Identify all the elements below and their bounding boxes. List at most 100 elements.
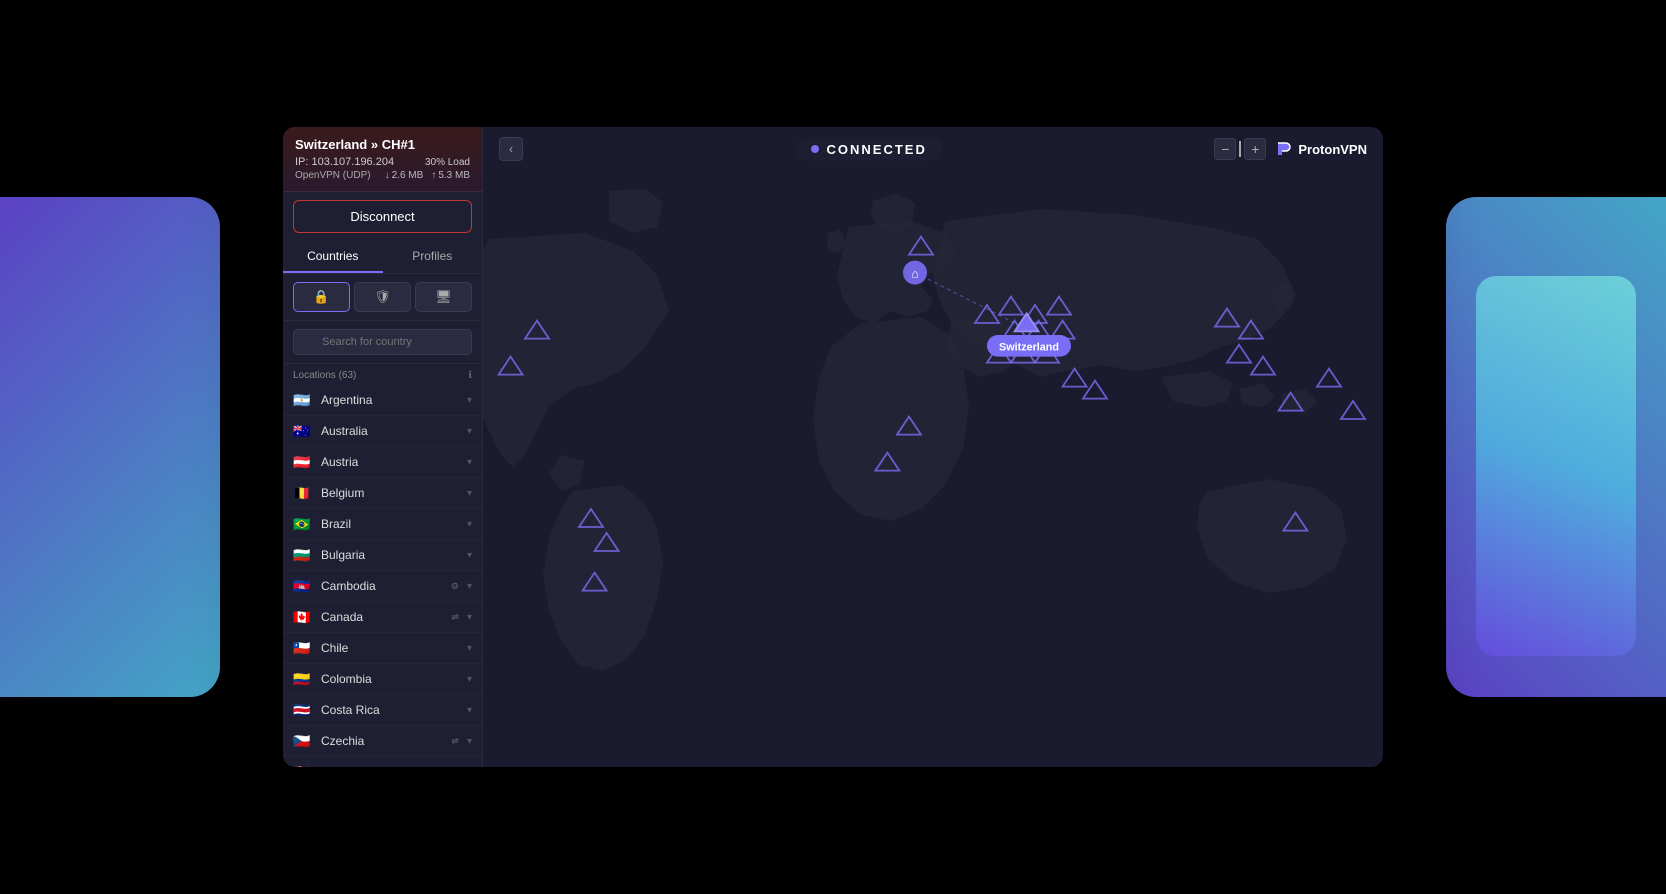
chevron-canada: ▾ bbox=[467, 612, 472, 623]
flag-canada: 🇨🇦 bbox=[293, 610, 313, 624]
connected-text: CONNECTED bbox=[827, 142, 927, 157]
country-name-canada: Canada bbox=[321, 610, 443, 624]
background-right-inner bbox=[1476, 276, 1636, 656]
flag-chile: 🇨🇱 bbox=[293, 641, 313, 655]
flag-colombia: 🇨🇴 bbox=[293, 672, 313, 686]
country-item-costa-rica[interactable]: 🇨🇷 Costa Rica ▾ bbox=[283, 695, 482, 726]
country-name-belgium: Belgium bbox=[321, 486, 459, 500]
world-map: ⌂ Switzerland bbox=[483, 167, 1383, 767]
country-name-bulgaria: Bulgaria bbox=[321, 548, 459, 562]
country-item-bulgaria[interactable]: 🇧🇬 Bulgaria ▾ bbox=[283, 540, 482, 571]
chevron-australia: ▾ bbox=[467, 426, 472, 437]
traffic-row: ↓ 2.6 MB ↑ 5.3 MB bbox=[385, 170, 470, 181]
locations-header: Locations (63) ℹ bbox=[283, 364, 482, 385]
zoom-plus-button[interactable]: + bbox=[1244, 138, 1266, 160]
protocol-text: OpenVPN (UDP) bbox=[295, 170, 371, 181]
badge-cambodia: ⚙ bbox=[451, 581, 459, 592]
proton-logo: ProtonVPN bbox=[1276, 141, 1367, 157]
flag-belgium: 🇧🇪 bbox=[293, 486, 313, 500]
chevron-belgium: ▾ bbox=[467, 488, 472, 499]
map-area: ‹ CONNECTED − + ProtonVPN bbox=[483, 127, 1383, 767]
country-item-chile[interactable]: 🇨🇱 Chile ▾ bbox=[283, 633, 482, 664]
country-name-denmark: Denmark bbox=[321, 765, 459, 767]
badge-czechia: ⇌ bbox=[451, 736, 459, 747]
load-text: 30% Load bbox=[425, 157, 470, 168]
chevron-costa-rica: ▾ bbox=[467, 705, 472, 716]
chevron-argentina: ▾ bbox=[467, 395, 472, 406]
svg-text:Switzerland: Switzerland bbox=[999, 342, 1059, 354]
badge-canada: ⇌ bbox=[451, 612, 459, 623]
country-name-colombia: Colombia bbox=[321, 672, 459, 686]
chevron-chile: ▾ bbox=[467, 643, 472, 654]
flag-bulgaria: 🇧🇬 bbox=[293, 548, 313, 562]
country-item-argentina[interactable]: 🇦🇷 Argentina ▾ bbox=[283, 385, 482, 416]
country-item-denmark[interactable]: 🇩🇰 Denmark ▾ bbox=[283, 757, 482, 767]
chevron-denmark: ▾ bbox=[467, 767, 472, 768]
flag-cambodia: 🇰🇭 bbox=[293, 579, 313, 593]
country-item-belgium[interactable]: 🇧🇪 Belgium ▾ bbox=[283, 478, 482, 509]
filter-p2p[interactable]: 🛡 bbox=[354, 282, 411, 312]
flag-argentina: 🇦🇷 bbox=[293, 393, 313, 407]
country-item-cambodia[interactable]: 🇰🇭 Cambodia ⚙ ▾ bbox=[283, 571, 482, 602]
connection-info-row: IP: 103.107.196.204 30% Load bbox=[295, 156, 470, 168]
top-bar: ‹ CONNECTED − + ProtonVPN bbox=[483, 127, 1383, 171]
country-name-brazil: Brazil bbox=[321, 517, 459, 531]
country-name-argentina: Argentina bbox=[321, 393, 459, 407]
sidebar-header: Switzerland » CH#1 IP: 103.107.196.204 3… bbox=[283, 127, 482, 192]
flag-costa-rica: 🇨🇷 bbox=[293, 703, 313, 717]
flag-austria: 🇦🇹 bbox=[293, 455, 313, 469]
country-item-colombia[interactable]: 🇨🇴 Colombia ▾ bbox=[283, 664, 482, 695]
connection-title-text: Switzerland » CH#1 bbox=[295, 137, 415, 152]
filter-icons: 🔒 🛡 🖥 bbox=[283, 274, 482, 321]
server-icon: 🖥 bbox=[435, 289, 452, 305]
background-left bbox=[0, 197, 220, 697]
locations-count: Locations (63) bbox=[293, 370, 356, 381]
shield-icon: 🛡 bbox=[374, 289, 391, 305]
flag-denmark: 🇩🇰 bbox=[293, 765, 313, 767]
connected-badge: CONNECTED bbox=[795, 138, 943, 161]
upload-traffic: ↑ 5.3 MB bbox=[431, 170, 470, 181]
flag-australia: 🇦🇺 bbox=[293, 424, 313, 438]
protocol-row: OpenVPN (UDP) ↓ 2.6 MB ↑ 5.3 MB bbox=[295, 170, 470, 181]
zoom-minus-button[interactable]: − bbox=[1214, 138, 1236, 160]
disconnect-button[interactable]: Disconnect bbox=[293, 200, 472, 233]
country-name-czechia: Czechia bbox=[321, 734, 443, 748]
chevron-austria: ▾ bbox=[467, 457, 472, 468]
country-name-cambodia: Cambodia bbox=[321, 579, 443, 593]
tab-profiles[interactable]: Profiles bbox=[383, 241, 483, 273]
flag-brazil: 🇧🇷 bbox=[293, 517, 313, 531]
sidebar: Switzerland » CH#1 IP: 103.107.196.204 3… bbox=[283, 127, 483, 767]
country-item-australia[interactable]: 🇦🇺 Australia ▾ bbox=[283, 416, 482, 447]
chevron-brazil: ▾ bbox=[467, 519, 472, 530]
country-name-australia: Australia bbox=[321, 424, 459, 438]
proton-logo-icon bbox=[1276, 141, 1292, 157]
chevron-bulgaria: ▾ bbox=[467, 550, 472, 561]
tab-countries[interactable]: Countries bbox=[283, 241, 383, 273]
ip-text: IP: 103.107.196.204 bbox=[295, 156, 394, 168]
svg-text:⌂: ⌂ bbox=[911, 266, 918, 280]
country-list[interactable]: 🇦🇷 Argentina ▾ 🇦🇺 Australia ▾ 🇦🇹 Austria… bbox=[283, 385, 482, 767]
chevron-cambodia: ▾ bbox=[467, 581, 472, 592]
country-item-canada[interactable]: 🇨🇦 Canada ⇌ ▾ bbox=[283, 602, 482, 633]
chevron-colombia: ▾ bbox=[467, 674, 472, 685]
filter-secure-core[interactable]: 🔒 bbox=[293, 282, 350, 312]
search-input[interactable] bbox=[293, 329, 472, 355]
search-wrapper: 🔍 bbox=[293, 329, 472, 355]
sidebar-tabs: Countries Profiles bbox=[283, 241, 482, 274]
flag-czechia: 🇨🇿 bbox=[293, 734, 313, 748]
filter-tor[interactable]: 🖥 bbox=[415, 282, 472, 312]
lock-icon: 🔒 bbox=[313, 289, 329, 305]
collapse-button[interactable]: ‹ bbox=[499, 137, 523, 161]
search-container: 🔍 bbox=[283, 321, 482, 364]
country-name-chile: Chile bbox=[321, 641, 459, 655]
connection-title: Switzerland » CH#1 bbox=[295, 137, 470, 152]
country-item-brazil[interactable]: 🇧🇷 Brazil ▾ bbox=[283, 509, 482, 540]
country-name-austria: Austria bbox=[321, 455, 459, 469]
country-item-austria[interactable]: 🇦🇹 Austria ▾ bbox=[283, 447, 482, 478]
zoom-bar bbox=[1239, 141, 1241, 157]
chevron-czechia: ▾ bbox=[467, 736, 472, 747]
app-window: Switzerland » CH#1 IP: 103.107.196.204 3… bbox=[283, 127, 1383, 767]
info-icon: ℹ bbox=[468, 370, 472, 381]
country-name-costa-rica: Costa Rica bbox=[321, 703, 459, 717]
country-item-czechia[interactable]: 🇨🇿 Czechia ⇌ ▾ bbox=[283, 726, 482, 757]
